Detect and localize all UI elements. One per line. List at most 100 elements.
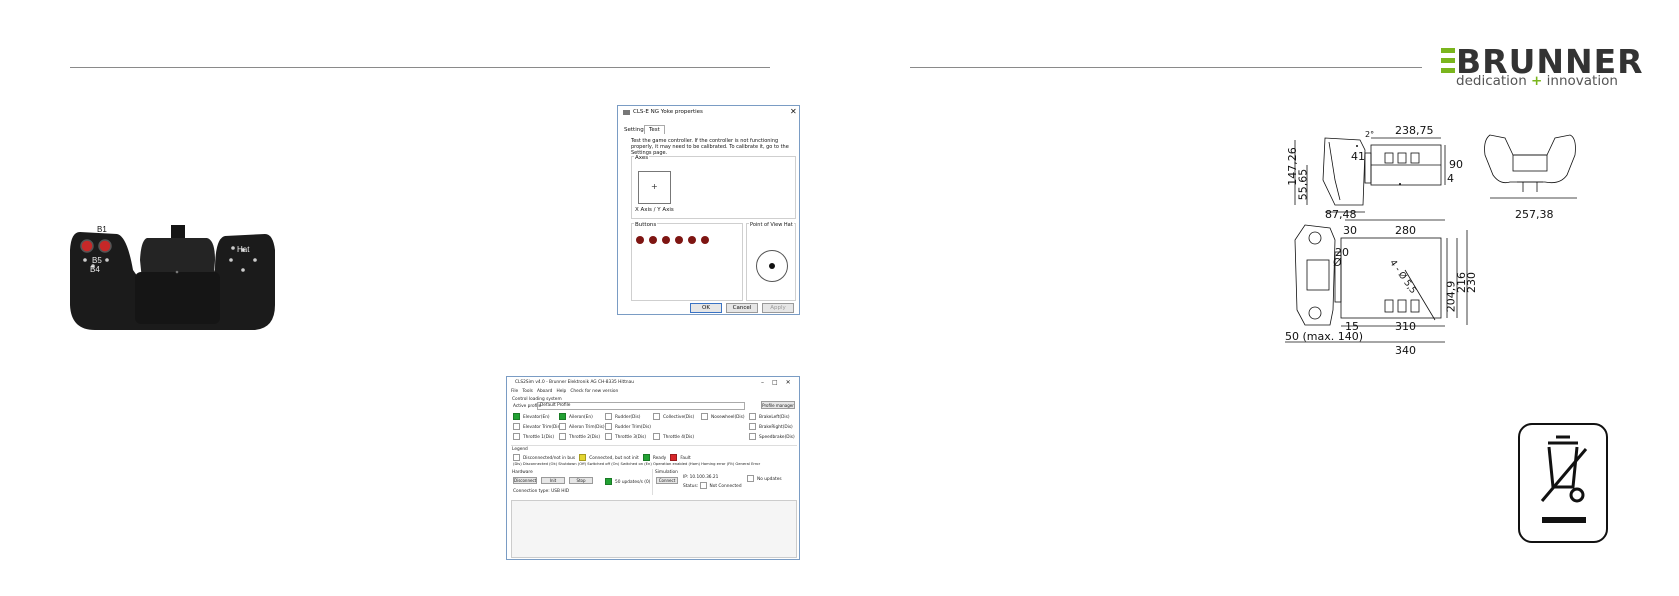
dim-238-75: 238,75 xyxy=(1395,124,1434,137)
init-button[interactable]: Init xyxy=(541,477,565,484)
xy-axis-box: + xyxy=(638,171,671,204)
axis-item: Throttle 4(Dis) xyxy=(653,433,701,440)
legend-item: Connected, but not init xyxy=(579,454,639,461)
dim-2-deg: 2° xyxy=(1365,130,1375,139)
axis-item: Aileron(En) xyxy=(559,413,605,420)
axis-item: Rudder Trim(Dis) xyxy=(605,423,653,430)
yoke-image: B1 B5 B4 Hat xyxy=(65,220,280,335)
apply-button[interactable]: Apply xyxy=(762,303,794,313)
dim-310: 310 xyxy=(1395,320,1416,333)
dim-41: 41 xyxy=(1351,150,1365,163)
legend-item: Disconnected/not in bus xyxy=(513,454,575,461)
pov-hat-group: Point of View Hat xyxy=(746,222,796,301)
yoke-properties-dialog: CLS-E NG Yoke properties ✕ Settings Test… xyxy=(617,105,800,315)
axis-item: Elevator Trim(Dis) xyxy=(513,423,561,430)
legend-item: Ready xyxy=(642,454,666,461)
menu-tools[interactable]: Tools xyxy=(522,389,533,394)
close-icon[interactable]: ✕ xyxy=(790,107,797,116)
log-area xyxy=(511,500,797,558)
axis-row: Elevator(En) Aileron(En) Rudder(Dis) Collec… xyxy=(513,413,797,423)
dim-55-65: 55,65 xyxy=(1296,168,1310,201)
logo-tagline: dedication + innovation xyxy=(1456,73,1618,89)
axis-row: Elevator Trim(Dis) Aileron Trim(Dis) Rudde… xyxy=(513,423,797,433)
menu-bar: File Tools Aboard Help Check for new ver… xyxy=(511,389,618,394)
axis-item: Throttle 2(Dis) xyxy=(559,433,605,440)
axes-group: Axes + X Axis / Y Axis xyxy=(631,155,796,219)
buttons-group-label: Buttons xyxy=(634,222,658,228)
button-indicator xyxy=(688,236,696,244)
xy-axis-caption: X Axis / Y Axis xyxy=(635,207,674,213)
buttons-group: Buttons xyxy=(631,222,743,301)
axis-grid: Elevator(En) Aileron(En) Rudder(Dis) Collec… xyxy=(513,413,797,443)
profile-select[interactable]: Default Profile xyxy=(537,402,745,410)
button-indicator xyxy=(662,236,670,244)
axis-item: Aileron Trim(Dis) xyxy=(559,423,605,430)
brunner-logo: BRUNNER dedication + innovation xyxy=(1440,45,1643,90)
dim-30: 30 xyxy=(1343,224,1357,237)
axis-item: Speedbrake(Dis) xyxy=(749,433,795,440)
legend-codes: (Dis) Disconnected (Ok) Shutdown (Off) S… xyxy=(513,462,761,466)
yoke-label-b5: B5 xyxy=(92,256,102,265)
profile-manager-button[interactable]: Profile manager xyxy=(761,401,795,409)
button-indicator xyxy=(649,236,657,244)
legend-title: Legend xyxy=(512,447,528,452)
dim-90: 90 xyxy=(1449,158,1463,171)
simulation-title: Simulation xyxy=(655,470,678,475)
dim-257-38: 257,38 xyxy=(1515,208,1554,221)
sim-status: Status: Not Connected xyxy=(683,482,742,489)
menu-check-version[interactable]: Check for new version xyxy=(570,389,618,394)
header-rule-left xyxy=(70,67,770,68)
ip-address: IP: 10.100.36.21 xyxy=(683,475,719,480)
dialog-app-icon xyxy=(623,110,630,115)
button-indicator xyxy=(675,236,683,244)
axis-item: Throttle 1(Dis) xyxy=(513,433,559,440)
axis-item: Rudder(Dis) xyxy=(605,413,653,420)
connection-type: Connection type: USB HID xyxy=(513,489,570,494)
axis-item: BrakeRight(Dis) xyxy=(749,423,793,430)
dim-50-max-140: 50 (max. 140) xyxy=(1285,330,1364,343)
yoke-label-b4: B4 xyxy=(90,265,100,274)
connect-button[interactable]: Connect xyxy=(656,477,678,484)
dim-diameter: Ø xyxy=(1333,256,1342,269)
axis-item: Elevator(En) xyxy=(513,413,559,420)
cls2sim-title: CLS2Sim v4.0 - Brunner Elektronik AG CH-… xyxy=(515,380,634,385)
dim-4: 4 xyxy=(1447,172,1454,185)
panel-divider xyxy=(652,469,653,495)
window-controls: –□✕ xyxy=(761,379,799,386)
dialog-instructions: Test the game controller. If the control… xyxy=(631,138,789,156)
dim-87-48: 87,48 xyxy=(1325,208,1357,221)
axis-item: Nosewheel(Dis) xyxy=(701,413,749,420)
dim-340: 340 xyxy=(1395,344,1416,357)
stop-button[interactable]: Stop xyxy=(569,477,593,484)
weee-disposal-icon xyxy=(1518,423,1608,543)
cls2sim-window: CLS2Sim v4.0 - Brunner Elektronik AG CH-… xyxy=(506,376,800,560)
button-indicators xyxy=(636,236,714,246)
header-rule-right xyxy=(910,67,1422,68)
menu-file[interactable]: File xyxy=(511,389,518,394)
yoke-label-hat: Hat xyxy=(237,245,250,254)
cancel-button[interactable]: Cancel xyxy=(726,303,758,313)
section-divider xyxy=(511,445,797,446)
disconnect-button[interactable]: Disconnect xyxy=(513,477,537,484)
dim-230: 230 xyxy=(1465,272,1478,293)
axis-item: Throttle 3(Dis) xyxy=(605,433,653,440)
axis-row: Throttle 1(Dis) Throttle 2(Dis) Throttle 3… xyxy=(513,433,797,443)
menu-help[interactable]: Help xyxy=(556,389,566,394)
pov-hat-dial xyxy=(756,250,788,282)
hardware-title: Hardware xyxy=(512,470,533,475)
technical-drawing: 238,75 2° 41 147,26 55,65 87,48 4 90 257… xyxy=(1285,120,1665,370)
button-indicator xyxy=(701,236,709,244)
ok-button[interactable]: OK xyxy=(690,303,722,313)
axis-item: BrakeLeft(Dis) xyxy=(749,413,790,420)
menu-aboard[interactable]: Aboard xyxy=(537,389,552,394)
legend-row: Disconnected/not in bus Connected, but n… xyxy=(513,454,691,461)
button-indicator xyxy=(636,236,644,244)
yoke-label-b1: B1 xyxy=(97,225,107,234)
tab-test[interactable]: Test xyxy=(644,125,665,134)
axes-group-label: Axes xyxy=(634,155,650,161)
axis-item: Collective(Dis) xyxy=(653,413,701,420)
legend-item: Fault xyxy=(670,454,691,461)
no-updates-checkbox[interactable]: No updates xyxy=(747,475,782,482)
updates-status: 50 updates/s (0) xyxy=(605,478,650,485)
pov-hat-label: Point of View Hat xyxy=(749,222,794,228)
